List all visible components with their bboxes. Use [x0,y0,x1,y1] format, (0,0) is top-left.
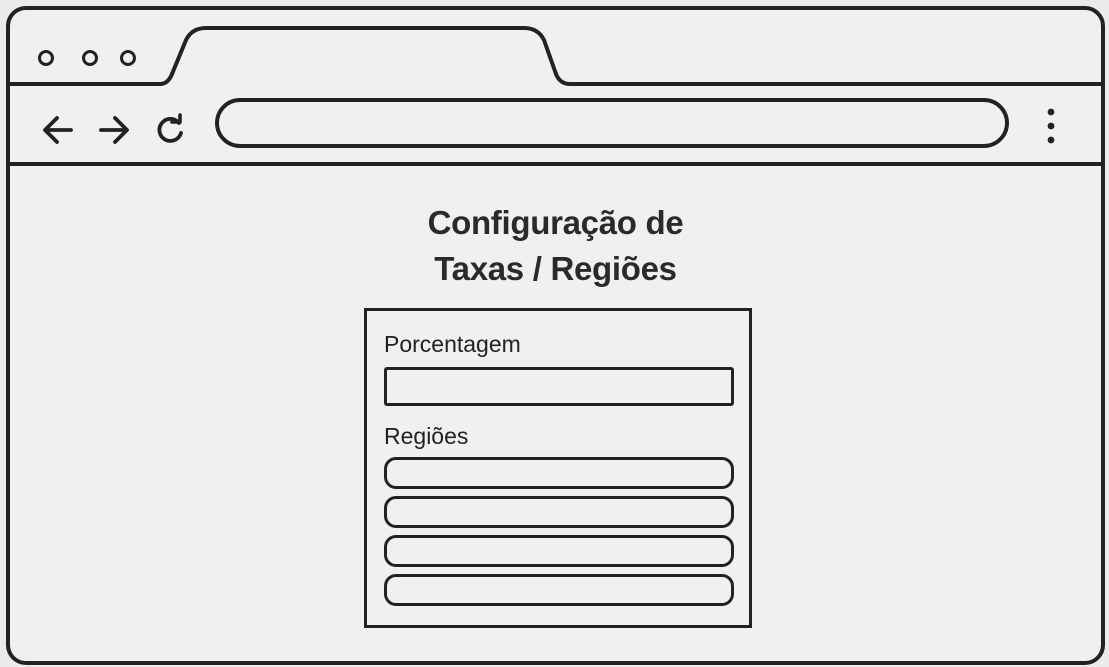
region-item[interactable] [384,574,734,606]
regions-list [384,457,734,613]
vertical-dots-icon [1047,108,1055,144]
page-title: Configuração de Taxas / Regiões [10,200,1101,292]
reload-button[interactable] [150,110,190,150]
window-maximize-dot[interactable] [120,50,136,66]
browser-menu-button[interactable] [1036,104,1066,148]
window-close-dot[interactable] [38,50,54,66]
settings-form: Porcentagem Regiões [364,308,752,628]
page-title-line-1: Configuração de [427,204,684,241]
reload-icon [157,113,183,143]
page-title-line-2: Taxas / Regiões [434,250,677,287]
percentage-input[interactable] [384,367,734,406]
percentage-label: Porcentagem [384,331,521,357]
browser-window: Configuração de Taxas / Regiões Porcenta… [6,6,1105,665]
region-item[interactable] [384,535,734,567]
tab-outline [10,26,1101,86]
window-minimize-dot[interactable] [82,50,98,66]
region-item[interactable] [384,457,734,489]
regions-label: Regiões [384,423,469,449]
forward-button[interactable] [94,110,134,150]
arrow-left-icon [43,116,73,144]
address-bar[interactable] [215,98,1009,148]
back-button[interactable] [38,110,78,150]
arrow-right-icon [99,116,129,144]
region-item[interactable] [384,496,734,528]
